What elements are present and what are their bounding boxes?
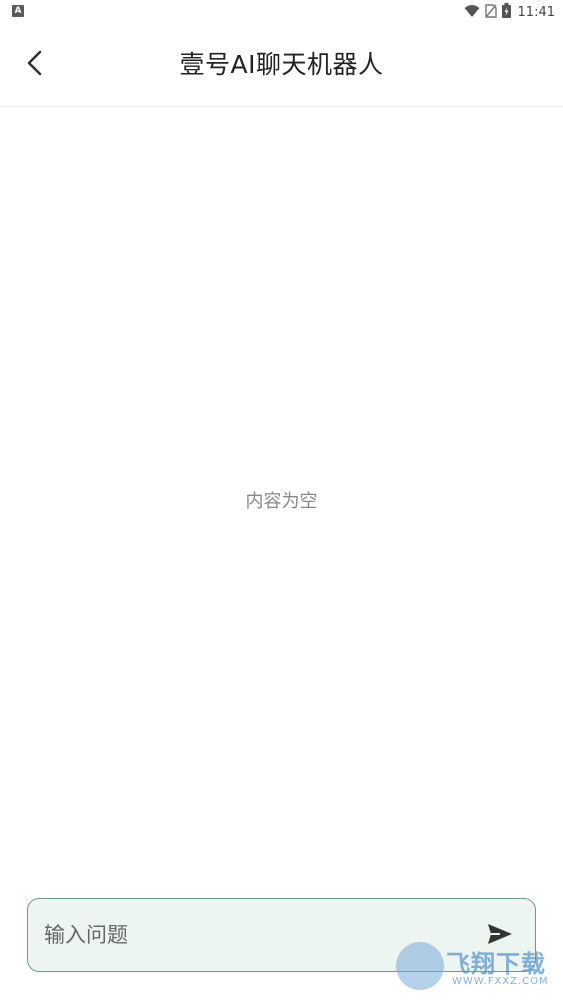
no-sim-icon: [484, 3, 497, 22]
status-icons: 11:41: [464, 2, 555, 22]
watermark: 飞翔下载 WWW.FXXZ.COM: [396, 942, 556, 992]
wifi-icon: [464, 3, 480, 22]
chevron-left-icon: [25, 49, 45, 81]
empty-state-text: 内容为空: [245, 491, 318, 512]
status-bar: A 11:41: [0, 0, 563, 24]
watermark-text: 飞翔下载: [446, 950, 546, 978]
watermark-subtext: WWW.FXXZ.COM: [452, 976, 549, 987]
watermark-logo-icon: [396, 942, 444, 990]
battery-charging-icon: [501, 2, 511, 22]
app-bar: 壹号AI聊天机器人: [0, 24, 563, 107]
back-button[interactable]: [14, 44, 56, 86]
a-notification-icon: A: [12, 5, 24, 17]
app-screen: A 11:41 壹号AI聊天机器人 内容为空 输入问题 飞翔下载 WWW.FXX…: [0, 0, 563, 1000]
status-time: 11:41: [517, 4, 555, 20]
page-title: 壹号AI聊天机器人: [179, 50, 384, 79]
